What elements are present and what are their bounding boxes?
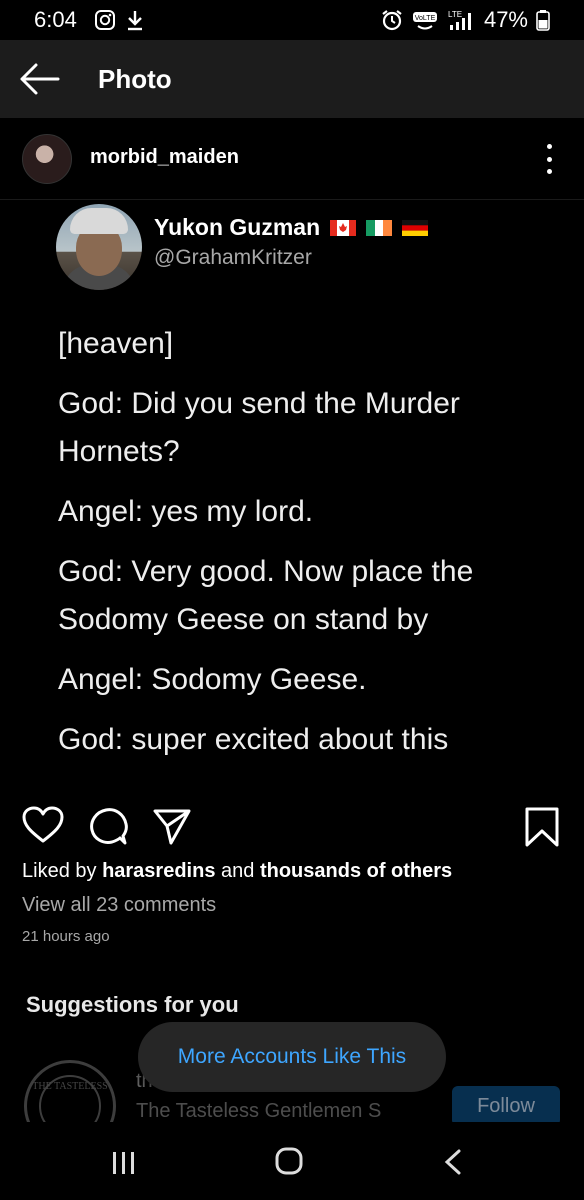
tweet-line: Angel: yes my lord.: [58, 495, 314, 528]
tweet-handle: @GrahamKritzer: [154, 246, 312, 269]
comment-icon[interactable]: [88, 806, 128, 846]
battery-percent: 47%: [483, 7, 528, 32]
instagram-icon: [95, 10, 115, 30]
avatar[interactable]: [22, 134, 72, 184]
view-comments-link[interactable]: View all 23 comments: [22, 894, 216, 917]
tweet-avatar: [56, 204, 142, 290]
suggestion-subtitle: The Tasteless Gentlemen S: [136, 1100, 382, 1122]
svg-text:VoLTE: VoLTE: [415, 15, 436, 22]
tweet-line: God: super excited about this: [58, 723, 449, 756]
home-icon[interactable]: [274, 1146, 304, 1176]
status-left-icons: [94, 9, 144, 31]
alarm-icon: [382, 10, 402, 31]
back-arrow-icon[interactable]: [18, 62, 60, 96]
likes-user[interactable]: harasredins: [102, 860, 215, 882]
svg-text:THE TASTELESS: THE TASTELESS: [32, 1081, 107, 1092]
share-icon[interactable]: [152, 806, 192, 846]
system-nav-bar: [0, 1122, 584, 1200]
germany-flag-icon: [402, 219, 429, 236]
more-accounts-button[interactable]: More Accounts Like This: [138, 1022, 446, 1092]
heart-icon[interactable]: [22, 806, 64, 844]
likes-text[interactable]: Liked by harasredins and thousands of ot…: [22, 860, 452, 883]
follow-button[interactable]: Follow: [452, 1086, 560, 1126]
tweet-text: [heaven] God: Did you send the Murder Ho…: [58, 320, 558, 776]
recent-apps-icon[interactable]: [110, 1150, 138, 1176]
tweet-line: Angel: Sodomy Geese.: [58, 663, 367, 696]
post-header: morbid_maiden: [0, 118, 584, 200]
bookmark-icon[interactable]: [524, 806, 560, 848]
likes-others[interactable]: thousands of others: [260, 860, 452, 882]
post-username[interactable]: morbid_maiden: [90, 146, 239, 169]
tweet-author-name: Yukon Guzman: [154, 214, 321, 240]
tweet-author: Yukon Guzman: [154, 214, 429, 241]
page-title: Photo: [98, 64, 172, 94]
tweet-line: [heaven]: [58, 327, 174, 360]
download-icon: [128, 11, 142, 31]
likes-prefix: Liked by: [22, 860, 97, 882]
volte-icon: VoLTE: [412, 12, 437, 30]
tweet-line: God: Did you send the Murder Hornets?: [58, 387, 460, 468]
suggestions-title: Suggestions for you: [26, 992, 239, 1017]
tweet-line: God: Very good. Now place the Sodomy Gee…: [58, 555, 474, 636]
status-bar: 6:04 VoLTE LTE 47%: [0, 0, 584, 40]
canada-flag-icon: [330, 219, 357, 236]
post-actions: [0, 798, 584, 848]
status-right-icons: VoLTE LTE 47%: [380, 7, 550, 33]
post-image[interactable]: Yukon Guzman @GrahamKritzer [heaven] God…: [0, 200, 584, 788]
ireland-flag-icon: [366, 219, 393, 236]
battery-icon: [536, 10, 550, 31]
svg-text:LTE: LTE: [448, 10, 462, 19]
more-options-icon[interactable]: [544, 144, 554, 174]
nav-back-icon[interactable]: [442, 1148, 464, 1176]
app-header: Photo: [0, 40, 584, 118]
lte-signal-icon: LTE: [448, 10, 471, 30]
status-time: 6:04: [34, 7, 77, 32]
post-timestamp: 21 hours ago: [22, 928, 110, 945]
likes-middle: and: [221, 860, 255, 882]
